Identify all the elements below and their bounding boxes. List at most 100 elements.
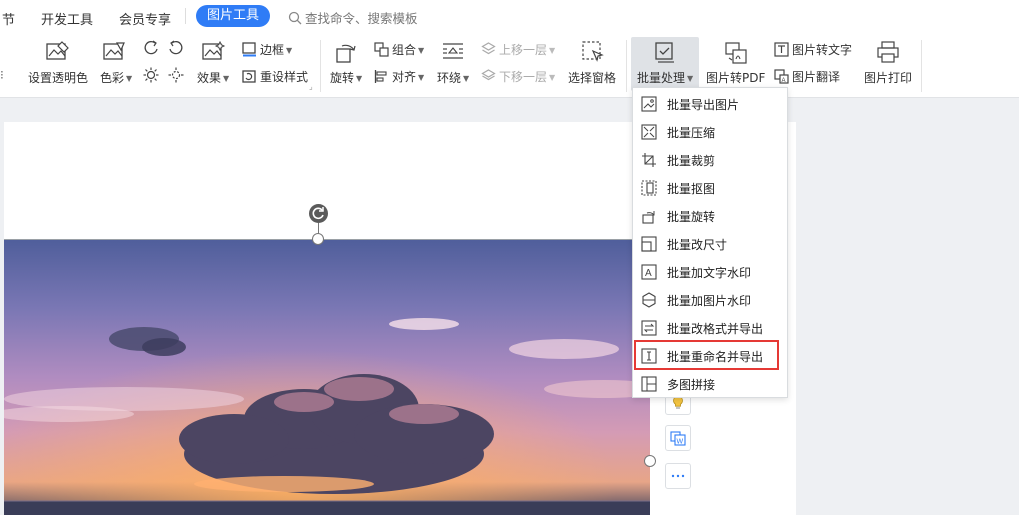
cutout-icon bbox=[641, 180, 657, 196]
set-transparent-color-button[interactable]: 设置透明色 bbox=[28, 32, 90, 92]
rotate-icon bbox=[336, 44, 356, 63]
dropdown-item-label: 批量旋转 bbox=[667, 209, 716, 224]
resize-handle-top[interactable] bbox=[312, 233, 324, 245]
picture-print-label: 图片打印 bbox=[864, 71, 913, 85]
color-label: 色彩 bbox=[100, 71, 125, 85]
menu-tab-bar: 节 开发工具 会员专享 图片工具 查找命令、搜索模板 bbox=[0, 0, 1019, 32]
format-convert-icon bbox=[641, 320, 657, 336]
ribbon-partial-caret[interactable]: ⁝ bbox=[0, 68, 4, 82]
tab-divider bbox=[185, 8, 186, 24]
border-label: 边框 bbox=[260, 43, 285, 57]
border-button[interactable]: 边框 ▼ bbox=[242, 41, 292, 59]
picture-print-button[interactable]: 图片打印 bbox=[862, 32, 914, 92]
batch-process-icon bbox=[655, 42, 674, 63]
reset-style-icon bbox=[242, 70, 256, 83]
tab-member-exclusive[interactable]: 会员专享 bbox=[119, 9, 171, 28]
selection-pane-button[interactable]: 选择窗格 bbox=[567, 32, 619, 92]
batch-image-watermark-item[interactable]: 批量加图片水印 bbox=[633, 286, 787, 314]
ribbon-divider bbox=[921, 40, 922, 92]
align-button[interactable]: 对齐 ▼ bbox=[374, 68, 424, 85]
dropdown-item-label: 批量加图片水印 bbox=[667, 293, 752, 308]
bring-forward-icon bbox=[481, 42, 496, 55]
rotate-handle[interactable] bbox=[309, 204, 328, 223]
wrap-label: 环绕 bbox=[437, 71, 462, 85]
effect-label: 效果 bbox=[197, 71, 222, 85]
picture-to-pdf-label: 图片转PDF bbox=[706, 71, 766, 85]
border-icon bbox=[242, 42, 256, 57]
compress-icon bbox=[641, 124, 657, 140]
ribbon-toolbar: ⁝ 设置透明色 色彩 ▼ 效果 ▼ 边框 ▼ 重设样式 ⌟ 旋转 ▼ 组合 ▼ 对齐 ▼ bbox=[0, 32, 1019, 98]
group-button[interactable]: 组合 ▼ bbox=[374, 41, 424, 58]
batch-compress-item[interactable]: 批量压缩 bbox=[633, 118, 787, 146]
contrast-up-icon[interactable] bbox=[143, 40, 159, 56]
group-expander-icon[interactable]: ⌟ bbox=[309, 82, 313, 91]
selected-photo-sunset-clouds[interactable] bbox=[4, 239, 650, 515]
crop-icon bbox=[642, 153, 656, 167]
batch-cutout-item[interactable]: 批量抠图 bbox=[633, 174, 787, 202]
picture-translate-icon: A bbox=[774, 69, 789, 84]
batch-format-export-item[interactable]: 批量改格式并导出 bbox=[633, 314, 787, 342]
tab-developer-tools[interactable]: 开发工具 bbox=[41, 9, 93, 28]
svg-text:A: A bbox=[645, 268, 652, 279]
tab-picture-tools[interactable]: 图片工具 bbox=[196, 5, 270, 27]
contrast-down-icon[interactable] bbox=[168, 40, 184, 56]
side-more-button[interactable] bbox=[665, 463, 691, 489]
group-icon bbox=[374, 42, 389, 57]
batch-text-watermark-item[interactable]: A 批量加文字水印 bbox=[633, 258, 787, 286]
ribbon-divider bbox=[320, 40, 321, 92]
image-to-word-icon: W bbox=[670, 431, 686, 446]
color-image-icon bbox=[103, 42, 125, 60]
text-wrap-icon bbox=[443, 43, 463, 59]
dropdown-item-label: 多图拼接 bbox=[667, 377, 716, 392]
batch-process-label: 批量处理 bbox=[637, 71, 686, 85]
send-backward-label: 下移一层 bbox=[499, 70, 548, 84]
rotate-icon bbox=[642, 211, 655, 224]
dropdown-item-label: 批量压缩 bbox=[667, 125, 716, 140]
svg-text:A: A bbox=[782, 78, 786, 84]
dropdown-item-label: 批量加文字水印 bbox=[667, 265, 752, 280]
set-transparent-color-label: 设置透明色 bbox=[28, 71, 89, 85]
align-label: 对齐 bbox=[392, 70, 417, 84]
batch-resize-item[interactable]: 批量改尺寸 bbox=[633, 230, 787, 258]
export-pictures-icon bbox=[641, 96, 657, 112]
dropdown-item-label: 批量改尺寸 bbox=[667, 237, 728, 252]
svg-text:W: W bbox=[677, 439, 684, 446]
dropdown-item-label: 批量改格式并导出 bbox=[667, 321, 764, 336]
bring-forward-label: 上移一层 bbox=[499, 43, 548, 57]
picture-to-text-label: 图片转文字 bbox=[792, 43, 853, 57]
bring-forward-button[interactable]: 上移一层 ▼ bbox=[481, 41, 555, 58]
wrap-button[interactable]: 环绕 ▼ bbox=[437, 32, 473, 92]
picture-to-text-button[interactable]: 图片转文字 bbox=[774, 41, 852, 58]
batch-process-button[interactable]: 批量处理 ▼ bbox=[635, 32, 697, 92]
effect-button[interactable]: 效果 ▼ bbox=[197, 32, 233, 92]
effect-image-icon bbox=[202, 41, 226, 60]
rotate-button[interactable]: 旋转 ▼ bbox=[330, 32, 364, 92]
highlight-annotation-box bbox=[634, 340, 779, 370]
color-button[interactable]: 色彩 ▼ bbox=[98, 32, 134, 92]
rotate-label: 旋转 bbox=[330, 71, 355, 85]
picture-to-pdf-button[interactable]: 图片转PDF bbox=[706, 32, 766, 92]
ribbon-divider bbox=[626, 40, 627, 92]
send-backward-button[interactable]: 下移一层 ▼ bbox=[481, 68, 555, 85]
search-placeholder: 查找命令、搜索模板 bbox=[305, 11, 418, 26]
dropdown-item-label: 批量抠图 bbox=[667, 181, 716, 196]
picture-translate-button[interactable]: A 图片翻译 bbox=[774, 68, 840, 85]
multi-image-stitch-item[interactable]: 多图拼接 bbox=[633, 370, 787, 398]
stitch-icon bbox=[641, 376, 657, 392]
batch-rotate-item[interactable]: 批量旋转 bbox=[633, 202, 787, 230]
selection-top-edge bbox=[4, 239, 650, 240]
dropdown-item-label: 批量导出图片 bbox=[667, 97, 740, 112]
tab-partial-left[interactable]: 节 bbox=[2, 9, 15, 28]
more-dots-icon bbox=[671, 474, 685, 478]
brightness-up-icon[interactable] bbox=[143, 67, 159, 83]
command-search[interactable]: 查找命令、搜索模板 bbox=[288, 8, 418, 27]
transparent-image-icon bbox=[46, 41, 69, 60]
reset-style-label: 重设样式 bbox=[260, 70, 309, 84]
brightness-down-icon[interactable] bbox=[168, 67, 184, 83]
reset-style-button[interactable]: 重设样式 bbox=[242, 68, 308, 86]
batch-export-pictures-item[interactable]: 批量导出图片 bbox=[633, 90, 787, 118]
resize-handle-right[interactable] bbox=[644, 455, 656, 467]
text-watermark-icon: A bbox=[641, 264, 657, 280]
batch-crop-item[interactable]: 批量裁剪 bbox=[633, 146, 787, 174]
side-convert-word-button[interactable]: W bbox=[665, 425, 691, 451]
